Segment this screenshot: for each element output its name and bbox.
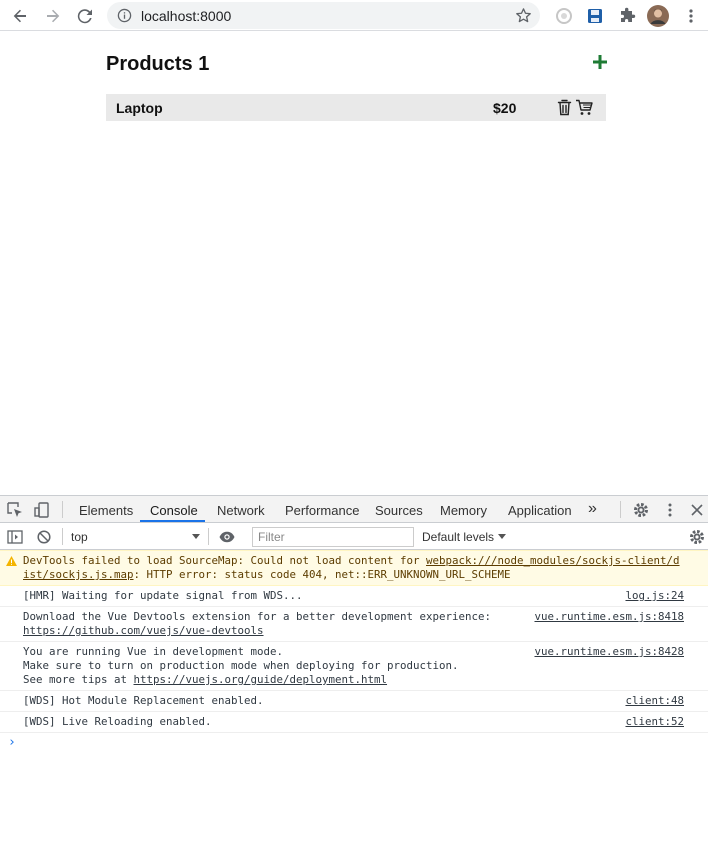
trash-icon[interactable] xyxy=(557,99,572,116)
active-tab-indicator xyxy=(140,520,205,522)
console-prompt[interactable]: › xyxy=(0,733,708,755)
extensions-puzzle-icon[interactable] xyxy=(615,4,639,28)
extension-vue-icon[interactable] xyxy=(552,4,576,28)
console-log: [WDS] Live Reloading enabled. client:52 xyxy=(0,712,708,733)
info-icon[interactable] xyxy=(117,8,132,23)
log-text: [WDS] Hot Module Replacement enabled. xyxy=(23,694,264,707)
log-levels-dropdown[interactable]: Default levels xyxy=(422,530,494,544)
console-log: [HMR] Waiting for update signal from WDS… xyxy=(0,586,708,607)
console-log: [WDS] Hot Module Replacement enabled. cl… xyxy=(0,691,708,712)
log-text: See more tips at xyxy=(23,673,134,686)
tab-elements[interactable]: Elements xyxy=(79,503,133,518)
devtools-tabbar: Elements Console Network Performance Sou… xyxy=(0,496,708,523)
back-icon[interactable] xyxy=(8,4,32,28)
customize-menu-icon[interactable] xyxy=(661,501,679,519)
url-text[interactable]: localhost:8000 xyxy=(141,8,231,24)
clear-console-icon[interactable] xyxy=(35,528,53,546)
product-row: Laptop $20 xyxy=(106,94,606,121)
warning-line-2: ist/sockjs.js.map: HTTP error: status co… xyxy=(23,568,708,582)
browser-toolbar: localhost:8000 xyxy=(0,0,708,31)
settings-gear-icon[interactable] xyxy=(632,501,650,519)
console-messages: DevTools failed to load SourceMap: Could… xyxy=(0,550,708,755)
bookmark-star-icon[interactable] xyxy=(515,7,532,24)
console-settings-gear-icon[interactable] xyxy=(688,528,706,546)
warning-icon xyxy=(6,556,17,566)
context-selector[interactable]: top xyxy=(71,530,88,544)
prompt-chevron-icon: › xyxy=(8,735,16,750)
console-log: You are running Vue in development mode.… xyxy=(0,642,708,691)
warning-text: DevTools failed to load SourceMap: Could… xyxy=(23,554,427,567)
tab-network[interactable]: Network xyxy=(217,503,265,518)
log-source-link[interactable]: vue.runtime.esm.js:8418 xyxy=(534,610,684,624)
product-price: $20 xyxy=(493,100,517,116)
product-name: Laptop xyxy=(116,100,163,116)
address-bar[interactable]: localhost:8000 xyxy=(107,2,540,29)
tab-sources[interactable]: Sources xyxy=(375,503,423,518)
filter-input[interactable] xyxy=(253,528,413,546)
tab-memory[interactable]: Memory xyxy=(440,503,487,518)
console-log: Download the Vue Devtools extension for … xyxy=(0,607,708,642)
console-warning: DevTools failed to load SourceMap: Could… xyxy=(0,550,708,586)
add-product-icon[interactable] xyxy=(590,52,610,72)
page-title: Products 1 xyxy=(106,53,210,75)
sourcemap-link[interactable]: webpack:///node_modules/sockjs-client/d xyxy=(426,554,680,567)
filter-field[interactable] xyxy=(252,527,414,547)
log-text: [HMR] Waiting for update signal from WDS… xyxy=(23,589,303,602)
separator xyxy=(620,501,621,518)
vue-devtools-link[interactable]: https://github.com/vuejs/vue-devtools xyxy=(23,624,708,638)
chevron-down-icon[interactable] xyxy=(192,534,200,539)
log-source-link[interactable]: client:52 xyxy=(625,715,684,729)
separator xyxy=(62,501,63,518)
warning-line-1: DevTools failed to load SourceMap: Could… xyxy=(23,554,708,568)
profile-avatar[interactable] xyxy=(646,4,670,28)
devtools-panel: Elements Console Network Performance Sou… xyxy=(0,495,708,868)
cart-icon[interactable] xyxy=(575,99,593,116)
live-expression-eye-icon[interactable] xyxy=(218,528,236,546)
log-text: Make sure to turn on production mode whe… xyxy=(23,659,459,672)
close-devtools-icon[interactable] xyxy=(688,501,706,519)
log-text-with-link: See more tips at https://vuejs.org/guide… xyxy=(23,673,708,687)
tab-console[interactable]: Console xyxy=(150,503,198,518)
log-source-link[interactable]: vue.runtime.esm.js:8428 xyxy=(534,645,684,659)
chevron-down-icon[interactable] xyxy=(498,534,506,539)
browser-menu-icon[interactable] xyxy=(679,4,703,28)
warning-text-cont: : HTTP error: status code 404, net::ERR_… xyxy=(133,568,511,581)
log-source-link[interactable]: client:48 xyxy=(625,694,684,708)
sourcemap-link-cont[interactable]: ist/sockjs.js.map xyxy=(23,568,134,581)
console-filter-bar: top Default levels xyxy=(0,523,708,550)
page-content: Products 1 Laptop $20 xyxy=(0,32,708,494)
reload-icon[interactable] xyxy=(73,4,97,28)
separator xyxy=(62,528,63,545)
tab-performance[interactable]: Performance xyxy=(285,503,359,518)
separator xyxy=(208,528,209,545)
show-sidebar-icon[interactable] xyxy=(6,528,24,546)
inspect-element-icon[interactable] xyxy=(6,501,24,519)
device-toolbar-icon[interactable] xyxy=(33,501,51,519)
extension-save-icon[interactable] xyxy=(583,4,607,28)
more-tabs-button[interactable]: » xyxy=(588,500,597,518)
log-text: [WDS] Live Reloading enabled. xyxy=(23,715,212,728)
vue-deployment-link[interactable]: https://vuejs.org/guide/deployment.html xyxy=(134,673,388,686)
forward-icon[interactable] xyxy=(41,4,65,28)
log-source-link[interactable]: log.js:24 xyxy=(625,589,684,603)
tab-application[interactable]: Application xyxy=(508,503,572,518)
